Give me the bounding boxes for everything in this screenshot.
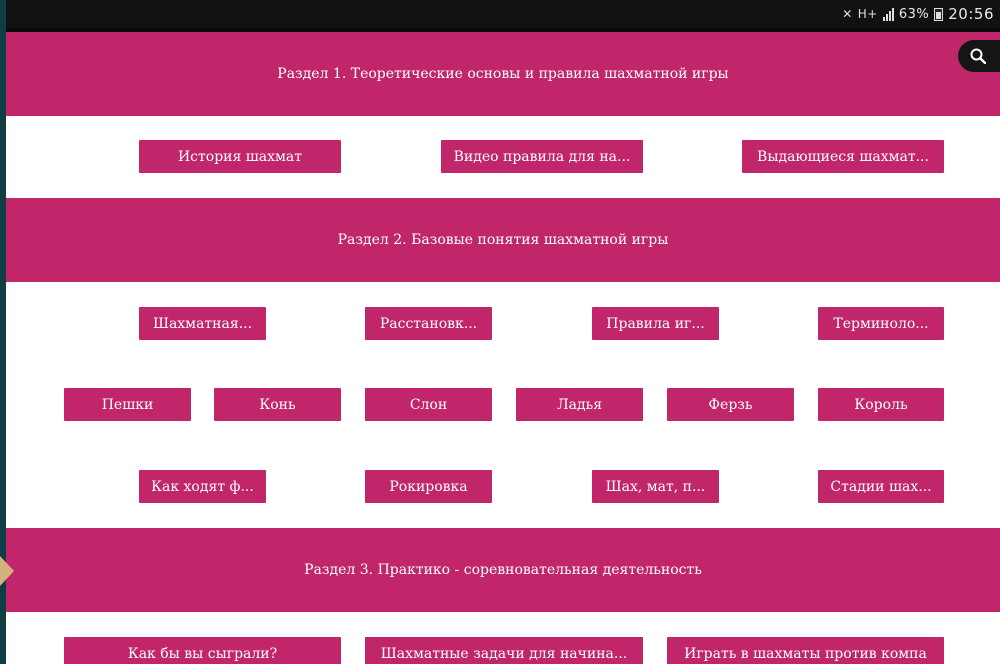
button-game-stages[interactable]: Стадии шах... (818, 470, 944, 503)
button-bishop[interactable]: Слон (365, 388, 492, 421)
section-2-header[interactable]: Раздел 2. Базовые понятия шахматной игры (6, 198, 1000, 282)
button-check-mate[interactable]: Шах, мат, п... (592, 470, 719, 503)
clock-time: 20:56 (948, 5, 994, 23)
mute-icon: ✕ (842, 7, 853, 21)
signal-icon (882, 7, 894, 21)
button-terminology[interactable]: Терминоло... (818, 307, 944, 340)
button-play-vs-computer[interactable]: Играть в шахматы против компа (667, 637, 944, 664)
battery-percent: 63% (898, 6, 930, 22)
section-3-header[interactable]: Раздел 3. Практико - соревновательная де… (6, 528, 1000, 612)
button-chess-problems[interactable]: Шахматные задачи для начина... (365, 637, 643, 664)
search-button[interactable] (958, 40, 1000, 72)
network-type-label: H+ (857, 7, 878, 21)
status-bar: ✕ H+ 63% 20:56 (6, 0, 1000, 28)
section-1-header[interactable]: Раздел 1. Теоретические основы и правила… (6, 32, 1000, 116)
button-how-pieces-move[interactable]: Как ходят ф... (139, 470, 266, 503)
section-3-title: Раздел 3. Практико - соревновательная де… (304, 562, 702, 578)
battery-icon (934, 7, 944, 21)
button-outstanding-players[interactable]: Выдающиеся шахмат... (742, 140, 944, 173)
button-chess-history[interactable]: История шахмат (139, 140, 341, 173)
page-content: Раздел 1. Теоретические основы и правила… (6, 32, 1000, 664)
section-1-title: Раздел 1. Теоретические основы и правила… (277, 66, 729, 82)
button-how-would-you-play[interactable]: Как бы вы сыграли? (64, 637, 341, 664)
button-rules-video[interactable]: Видео правила для на... (441, 140, 643, 173)
button-rook[interactable]: Ладья (516, 388, 643, 421)
button-castling[interactable]: Рокировка (365, 470, 492, 503)
button-knight[interactable]: Конь (214, 388, 341, 421)
button-pawns[interactable]: Пешки (64, 388, 191, 421)
button-game-rules[interactable]: Правила иг... (592, 307, 719, 340)
button-king[interactable]: Король (818, 388, 944, 421)
section-2-title: Раздел 2. Базовые понятия шахматной игры (337, 232, 669, 248)
button-setup[interactable]: Расстановк... (365, 307, 492, 340)
button-chessboard[interactable]: Шахматная... (139, 307, 266, 340)
search-icon (970, 48, 986, 64)
button-queen[interactable]: Ферзь (667, 388, 794, 421)
